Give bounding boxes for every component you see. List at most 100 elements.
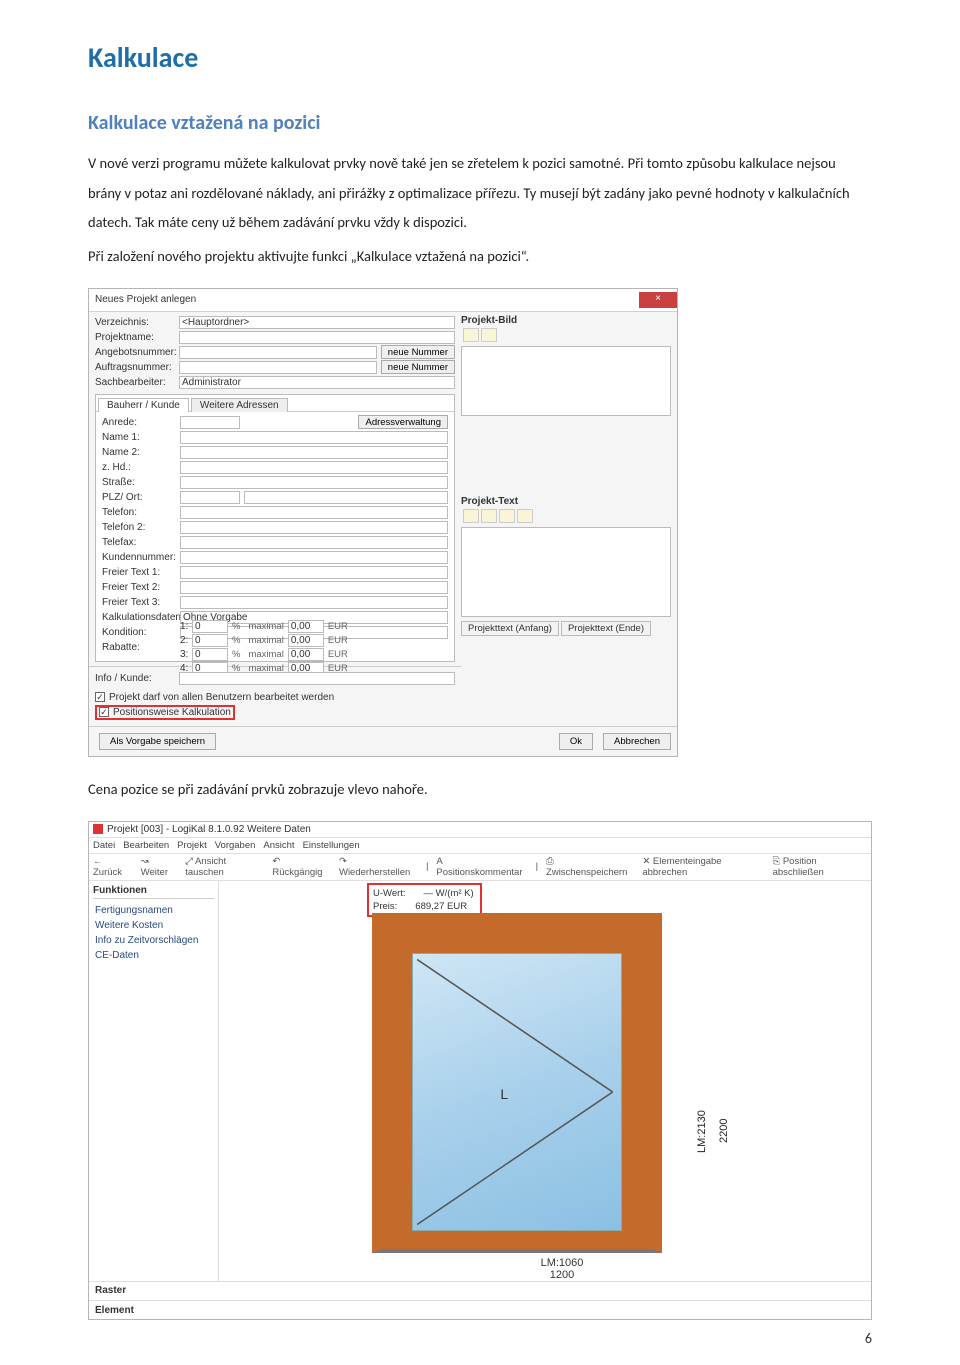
dim-lm-height: LM:2130 xyxy=(696,1110,708,1153)
label-kondition: Kondition: xyxy=(102,627,180,638)
rabatt-3-max[interactable]: 0,00 xyxy=(288,648,324,661)
abort-element-button[interactable]: ✕ Elementeingabe abbrechen xyxy=(642,856,764,878)
rabatt-3-input[interactable]: 0 xyxy=(192,648,228,661)
tab-projekttext-ende[interactable]: Projekttext (Ende) xyxy=(561,621,651,636)
sidebar-item-fertigungsnamen[interactable]: Fertigungsnamen xyxy=(93,903,214,918)
ort-input[interactable] xyxy=(244,491,448,504)
bottom-element[interactable]: Element xyxy=(95,1305,865,1316)
projektname-input[interactable] xyxy=(179,331,455,344)
price-highlight-box: U-Wert:— W/(m² K) Preis:689,27 EUR xyxy=(367,883,482,917)
adressverwaltung-button[interactable]: Adressverwaltung xyxy=(358,415,448,429)
telefon-input[interactable] xyxy=(180,506,448,519)
rabatt-2-input[interactable]: 0 xyxy=(192,634,228,647)
position-comment-button[interactable]: A Positionskommentar xyxy=(436,856,527,878)
ok-button[interactable]: Ok xyxy=(559,733,593,750)
menu-ansicht[interactable]: Ansicht xyxy=(263,840,294,851)
menu-bearbeiten[interactable]: Bearbeiten xyxy=(123,840,169,851)
kundennummer-input[interactable] xyxy=(180,551,448,564)
tab-projekttext-anfang[interactable]: Projekttext (Anfang) xyxy=(461,621,559,636)
sidebar-header: Funktionen xyxy=(93,885,214,899)
cancel-button[interactable]: Abbrechen xyxy=(603,733,671,750)
checkbox-alle-benutzer[interactable]: ✓ xyxy=(95,692,105,702)
label-verzeichnis: Verzeichnis: xyxy=(95,317,179,328)
sidebar-item-weitere-kosten[interactable]: Weitere Kosten xyxy=(93,918,214,933)
new-project-dialog: Neues Projekt anlegen × Verzeichnis:<Hau… xyxy=(88,288,678,757)
checkbox-positionsweise[interactable]: ✓ xyxy=(99,707,109,717)
body-paragraph-2: Při založení nového projektu aktivujte f… xyxy=(88,242,872,272)
delete-icon[interactable] xyxy=(499,509,515,523)
ft2-input[interactable] xyxy=(180,581,448,594)
body-paragraph-3: Cena pozice se při zadávání prvků zobraz… xyxy=(88,775,872,805)
section-heading: Kalkulace vztažená na pozici xyxy=(88,111,872,135)
angebotsnummer-input[interactable] xyxy=(179,346,377,359)
save-as-default-button[interactable]: Als Vorgabe speichern xyxy=(99,733,216,750)
label-auftragsnummer: Auftragsnummer: xyxy=(95,362,179,373)
label-kundennummer: Kundennummer: xyxy=(102,552,180,563)
label-projektname: Projektname: xyxy=(95,332,179,343)
neue-nummer-button-1[interactable]: neue Nummer xyxy=(381,345,455,359)
label-info-kunde: Info / Kunde: xyxy=(95,673,179,684)
label-positionsweise: Positionsweise Kalkulation xyxy=(113,707,231,718)
dim-lm-width: LM:1060 xyxy=(372,1257,752,1269)
name2-input[interactable] xyxy=(180,446,448,459)
dim-height: 2200 xyxy=(718,1118,730,1142)
preis-label: Preis: xyxy=(373,900,397,913)
strasse-input[interactable] xyxy=(180,476,448,489)
menubar[interactable]: Datei Bearbeiten Projekt Vorgaben Ansich… xyxy=(89,838,871,854)
label-projektbild: Projekt-Bild xyxy=(461,315,671,326)
neue-nummer-button-2[interactable]: neue Nummer xyxy=(381,360,455,374)
telefax-input[interactable] xyxy=(180,536,448,549)
element-drawing: L LM:2130 2200 LM:1060 1200 xyxy=(372,913,752,1281)
redo-button[interactable]: ↷ Wiederherstellen xyxy=(339,856,418,878)
page-number: 6 xyxy=(865,1330,872,1347)
label-ft1: Freier Text 1: xyxy=(102,567,180,578)
sidebar-item-ce-daten[interactable]: CE-Daten xyxy=(93,948,214,963)
swap-view-button[interactable]: ⤢ Ansicht tauschen xyxy=(185,856,264,878)
open-icon[interactable] xyxy=(463,509,479,523)
projekt-text-panel[interactable] xyxy=(461,527,671,617)
close-icon[interactable]: × xyxy=(639,292,677,308)
plz-input[interactable] xyxy=(180,491,240,504)
label-plz: PLZ/ Ort: xyxy=(102,492,180,503)
menu-einstellungen[interactable]: Einstellungen xyxy=(303,840,360,851)
label-telefon: Telefon: xyxy=(102,507,180,518)
verzeichnis-input[interactable]: <Hauptordner> xyxy=(179,316,455,329)
auftragsnummer-input[interactable] xyxy=(179,361,377,374)
page-heading: Kalkulace xyxy=(88,40,872,75)
label-anrede: Anrede: xyxy=(102,417,180,428)
dim-width: 1200 xyxy=(372,1269,752,1281)
sidebar-item-zeitvorschlaege[interactable]: Info zu Zeitvorschlägen xyxy=(93,933,214,948)
anrede-input[interactable] xyxy=(180,416,240,429)
delete-icon[interactable] xyxy=(481,328,497,342)
menu-vorgaben[interactable]: Vorgaben xyxy=(215,840,256,851)
rabatt-1-input[interactable]: 0 xyxy=(192,620,228,633)
label-telefon2: Telefon 2: xyxy=(102,522,180,533)
label-rabatte: Rabatte: xyxy=(102,642,180,653)
dialog-title: Neues Projekt anlegen xyxy=(95,294,196,305)
ft3-input[interactable] xyxy=(180,596,448,609)
more-icon[interactable] xyxy=(517,509,533,523)
open-icon[interactable] xyxy=(463,328,479,342)
ft1-input[interactable] xyxy=(180,566,448,579)
info-kunde-input[interactable] xyxy=(179,672,455,685)
rabatt-1-max[interactable]: 0,00 xyxy=(288,620,324,633)
telefon2-input[interactable] xyxy=(180,521,448,534)
tab-weitere-adressen[interactable]: Weitere Adressen xyxy=(191,398,288,412)
edit-icon[interactable] xyxy=(481,509,497,523)
sachbearbeiter-input[interactable]: Administrator xyxy=(179,376,455,389)
rabatt-2-max[interactable]: 0,00 xyxy=(288,634,324,647)
tab-bauherr[interactable]: Bauherr / Kunde xyxy=(98,398,189,412)
bottom-raster[interactable]: Raster xyxy=(95,1285,865,1296)
label-sachbearbeiter: Sachbearbeiter: xyxy=(95,377,179,388)
save-temp-button[interactable]: ⎙ Zwischenspeichern xyxy=(546,856,634,878)
menu-datei[interactable]: Datei xyxy=(93,840,115,851)
back-button[interactable]: ← Zurück xyxy=(93,856,133,878)
project-window: Projekt [003] - LogiKal 8.1.0.92 Weitere… xyxy=(88,821,872,1320)
finish-position-button[interactable]: ⎘ Position abschließen xyxy=(773,856,867,878)
menu-projekt[interactable]: Projekt xyxy=(177,840,207,851)
zhd-input[interactable] xyxy=(180,461,448,474)
undo-button[interactable]: ↶ Rückgängig xyxy=(272,856,331,878)
name1-input[interactable] xyxy=(180,431,448,444)
forward-button[interactable]: ↝ Weiter xyxy=(141,856,178,878)
preis-value: 689,27 EUR xyxy=(415,900,467,913)
